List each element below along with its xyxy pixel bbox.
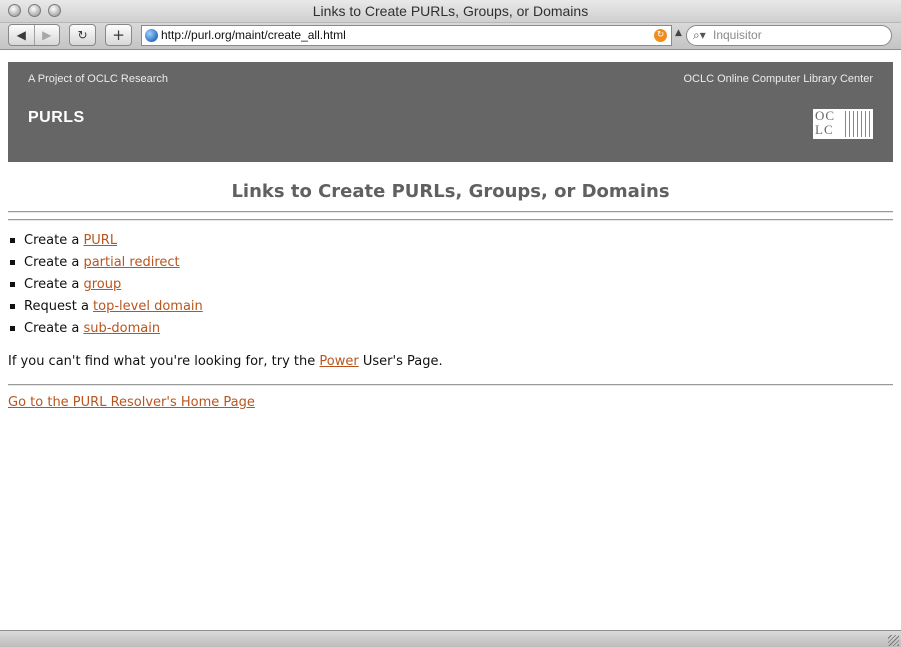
organization-label: OCLC Online Computer Library Center xyxy=(683,73,873,85)
oclc-logo: OC LC xyxy=(813,109,873,139)
logo-text: OC LC xyxy=(815,108,836,137)
search-icon: ⌕▾ xyxy=(693,28,706,42)
resolver-home-link[interactable]: Go to the PURL Resolver's Home Page xyxy=(8,395,255,410)
hint-text-before: If you can't find what you're looking fo… xyxy=(8,354,316,369)
logo-bars xyxy=(845,111,871,137)
reload-icon: ↻ xyxy=(77,28,88,42)
site-name: PURLS xyxy=(28,109,85,126)
list-item-prefix: Create a xyxy=(24,321,80,336)
project-label: A Project of OCLC Research xyxy=(28,73,169,85)
create-links-list: Create a PURL Create a partial redirect … xyxy=(0,233,203,343)
rss-icon[interactable]: ↻ xyxy=(654,29,667,42)
list-item: Create a sub-domain xyxy=(0,321,203,343)
create-sub-domain-link[interactable]: sub-domain xyxy=(83,321,160,336)
create-purl-link[interactable]: PURL xyxy=(83,233,117,248)
status-bar xyxy=(0,630,901,647)
search-field[interactable]: ⌕▾ xyxy=(686,25,892,46)
bullet xyxy=(10,260,15,265)
address-dropdown-icon[interactable]: ▲ xyxy=(675,28,682,38)
power-user-hint: If you can't find what you're looking fo… xyxy=(8,354,443,369)
resize-grip-icon[interactable] xyxy=(888,635,899,646)
list-item-prefix: Create a xyxy=(24,233,80,248)
page-heading: Links to Create PURLs, Groups, or Domain… xyxy=(231,181,670,202)
plus-icon: + xyxy=(112,26,125,44)
globe-icon xyxy=(145,29,158,42)
search-input[interactable] xyxy=(713,28,883,42)
forward-button[interactable]: ▶ xyxy=(33,25,60,45)
list-item: Request a top-level domain xyxy=(0,299,203,321)
list-item: Create a group xyxy=(0,277,203,299)
bullet xyxy=(10,326,15,331)
list-item: Create a PURL xyxy=(0,233,203,255)
power-users-link[interactable]: Power xyxy=(319,354,358,369)
add-bookmark-button[interactable]: + xyxy=(105,24,132,46)
bullet xyxy=(10,304,15,309)
back-forward-group: ◀ ▶ xyxy=(8,24,60,46)
bullet xyxy=(10,282,15,287)
heading-divider xyxy=(8,219,893,221)
footer-divider xyxy=(8,384,893,386)
list-item: Create a partial redirect xyxy=(0,255,203,277)
list-item-prefix: Create a xyxy=(24,277,80,292)
request-top-level-domain-link[interactable]: top-level domain xyxy=(93,299,203,314)
top-divider xyxy=(8,211,893,213)
title-bar: Links to Create PURLs, Groups, or Domain… xyxy=(0,0,901,23)
window-title: Links to Create PURLs, Groups, or Domain… xyxy=(312,3,589,19)
create-partial-redirect-link[interactable]: partial redirect xyxy=(83,255,179,270)
browser-toolbar: ◀ ▶ ↻ + http://purl.org/maint/create_all… xyxy=(0,23,901,50)
list-item-prefix: Create a xyxy=(24,255,80,270)
bullet xyxy=(10,238,15,243)
footer-links: Go to the PURL Resolver's Home Page xyxy=(8,395,255,410)
address-bar[interactable]: http://purl.org/maint/create_all.html ↻ xyxy=(141,25,672,46)
hint-text-after: User's Page. xyxy=(362,354,443,369)
site-banner: A Project of OCLC Research OCLC Online C… xyxy=(8,62,893,162)
back-button[interactable]: ◀ xyxy=(9,25,34,45)
reload-button[interactable]: ↻ xyxy=(69,24,96,46)
address-input[interactable]: http://purl.org/maint/create_all.html xyxy=(161,28,346,42)
list-item-prefix: Request a xyxy=(24,299,89,314)
create-group-link[interactable]: group xyxy=(83,277,121,292)
